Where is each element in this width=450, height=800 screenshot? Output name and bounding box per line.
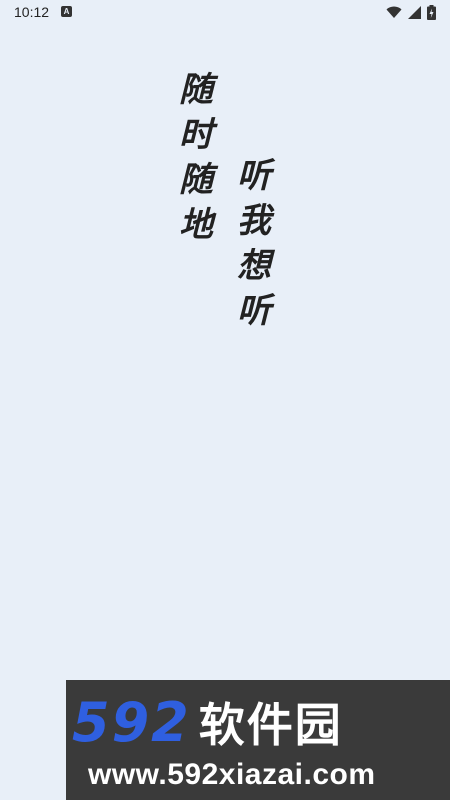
- wifi-icon: [386, 6, 402, 19]
- slogan-char: 随: [179, 160, 213, 200]
- slogan-column-2: 听 我 想 听: [234, 154, 274, 334]
- slogan-column-1: 随 时 随 地: [176, 68, 216, 248]
- slogan-char: 听: [237, 156, 271, 196]
- status-bar: 10:12 A: [0, 0, 450, 24]
- battery-charging-icon: [427, 4, 436, 20]
- notification-icon: A: [61, 6, 72, 17]
- signal-icon: [408, 5, 421, 19]
- watermark-number: 592: [72, 690, 191, 754]
- slogan-char: 想: [237, 246, 271, 286]
- watermark-name: 软件园: [198, 698, 343, 752]
- slogan-char: 听: [237, 291, 271, 331]
- watermark-brand: 592 软件园: [72, 690, 343, 754]
- status-time: 10:12: [14, 4, 50, 20]
- watermark-banner: 592 软件园 www.592xiazai.com: [66, 680, 450, 800]
- watermark-url: www.592xiazai.com: [88, 758, 376, 791]
- slogan-char: 时: [179, 115, 213, 155]
- system-icons: [386, 4, 436, 20]
- slogan-char: 我: [237, 201, 271, 241]
- slogan-char: 地: [179, 205, 213, 245]
- splash-screen: 10:12 A 随 时 随 地 听 我 想 听 592 软件园 www.592x…: [0, 0, 450, 800]
- slogan-char: 随: [179, 70, 213, 110]
